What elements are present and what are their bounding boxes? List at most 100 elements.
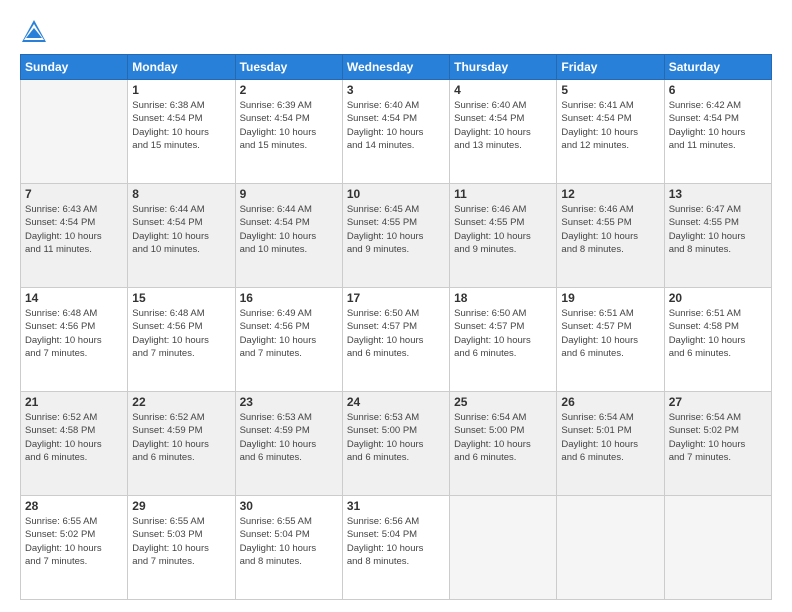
header <box>20 18 772 46</box>
day-info: Sunrise: 6:56 AM Sunset: 5:04 PM Dayligh… <box>347 515 445 568</box>
calendar-cell: 17 Sunrise: 6:50 AM Sunset: 4:57 PM Dayli… <box>342 288 449 392</box>
weekday-header: Saturday <box>664 55 771 80</box>
day-number: 1 <box>132 83 230 97</box>
day-info: Sunrise: 6:54 AM Sunset: 5:01 PM Dayligh… <box>561 411 659 464</box>
day-info: Sunrise: 6:52 AM Sunset: 4:59 PM Dayligh… <box>132 411 230 464</box>
day-number: 2 <box>240 83 338 97</box>
day-number: 7 <box>25 187 123 201</box>
day-number: 28 <box>25 499 123 513</box>
day-number: 25 <box>454 395 552 409</box>
calendar-cell: 9 Sunrise: 6:44 AM Sunset: 4:54 PM Daylig… <box>235 184 342 288</box>
weekday-header: Sunday <box>21 55 128 80</box>
calendar-cell: 31 Sunrise: 6:56 AM Sunset: 5:04 PM Dayli… <box>342 496 449 600</box>
calendar-week-row: 21 Sunrise: 6:52 AM Sunset: 4:58 PM Dayli… <box>21 392 772 496</box>
calendar-cell <box>450 496 557 600</box>
day-number: 11 <box>454 187 552 201</box>
day-number: 3 <box>347 83 445 97</box>
day-number: 24 <box>347 395 445 409</box>
calendar-week-row: 7 Sunrise: 6:43 AM Sunset: 4:54 PM Daylig… <box>21 184 772 288</box>
day-number: 31 <box>347 499 445 513</box>
day-info: Sunrise: 6:44 AM Sunset: 4:54 PM Dayligh… <box>240 203 338 256</box>
calendar-cell: 11 Sunrise: 6:46 AM Sunset: 4:55 PM Dayli… <box>450 184 557 288</box>
calendar-cell: 29Sunrise: 6:55 AM Sunset: 5:03 PM Dayli… <box>128 496 235 600</box>
calendar-cell: 27 Sunrise: 6:54 AM Sunset: 5:02 PM Dayli… <box>664 392 771 496</box>
calendar-cell: 3 Sunrise: 6:40 AM Sunset: 4:54 PM Daylig… <box>342 80 449 184</box>
logo <box>20 18 52 46</box>
weekday-header: Monday <box>128 55 235 80</box>
calendar-cell: 25 Sunrise: 6:54 AM Sunset: 5:00 PM Dayli… <box>450 392 557 496</box>
day-number: 16 <box>240 291 338 305</box>
day-number: 30 <box>240 499 338 513</box>
day-info: Sunrise: 6:48 AM Sunset: 4:56 PM Dayligh… <box>132 307 230 360</box>
logo-icon <box>20 18 48 46</box>
day-info: Sunrise: 6:42 AM Sunset: 4:54 PM Dayligh… <box>669 99 767 152</box>
calendar-cell: 22 Sunrise: 6:52 AM Sunset: 4:59 PM Dayli… <box>128 392 235 496</box>
calendar-cell: 30 Sunrise: 6:55 AM Sunset: 5:04 PM Dayli… <box>235 496 342 600</box>
weekday-header: Tuesday <box>235 55 342 80</box>
day-info: Sunrise: 6:52 AM Sunset: 4:58 PM Dayligh… <box>25 411 123 464</box>
day-info: Sunrise: 6:47 AM Sunset: 4:55 PM Dayligh… <box>669 203 767 256</box>
calendar-cell: 14Sunrise: 6:48 AM Sunset: 4:56 PM Dayli… <box>21 288 128 392</box>
day-info: Sunrise: 6:39 AM Sunset: 4:54 PM Dayligh… <box>240 99 338 152</box>
day-number: 27 <box>669 395 767 409</box>
day-info: Sunrise: 6:41 AM Sunset: 4:54 PM Dayligh… <box>561 99 659 152</box>
calendar-cell: 6 Sunrise: 6:42 AM Sunset: 4:54 PM Daylig… <box>664 80 771 184</box>
calendar-cell <box>664 496 771 600</box>
day-number: 22 <box>132 395 230 409</box>
day-number: 6 <box>669 83 767 97</box>
calendar-cell: 20Sunrise: 6:51 AM Sunset: 4:58 PM Dayli… <box>664 288 771 392</box>
page: SundayMondayTuesdayWednesdayThursdayFrid… <box>0 0 792 612</box>
calendar-cell <box>21 80 128 184</box>
calendar-cell: 15Sunrise: 6:48 AM Sunset: 4:56 PM Dayli… <box>128 288 235 392</box>
calendar-cell: 21 Sunrise: 6:52 AM Sunset: 4:58 PM Dayli… <box>21 392 128 496</box>
day-info: Sunrise: 6:44 AM Sunset: 4:54 PM Dayligh… <box>132 203 230 256</box>
day-info: Sunrise: 6:40 AM Sunset: 4:54 PM Dayligh… <box>347 99 445 152</box>
day-info: Sunrise: 6:50 AM Sunset: 4:57 PM Dayligh… <box>347 307 445 360</box>
day-info: Sunrise: 6:38 AM Sunset: 4:54 PM Dayligh… <box>132 99 230 152</box>
day-info: Sunrise: 6:53 AM Sunset: 5:00 PM Dayligh… <box>347 411 445 464</box>
day-number: 26 <box>561 395 659 409</box>
calendar-week-row: 28 Sunrise: 6:55 AM Sunset: 5:02 PM Dayli… <box>21 496 772 600</box>
day-info: Sunrise: 6:49 AM Sunset: 4:56 PM Dayligh… <box>240 307 338 360</box>
calendar-cell: 1 Sunrise: 6:38 AM Sunset: 4:54 PM Daylig… <box>128 80 235 184</box>
day-info: Sunrise: 6:46 AM Sunset: 4:55 PM Dayligh… <box>561 203 659 256</box>
day-info: Sunrise: 6:40 AM Sunset: 4:54 PM Dayligh… <box>454 99 552 152</box>
day-number: 12 <box>561 187 659 201</box>
day-info: Sunrise: 6:53 AM Sunset: 4:59 PM Dayligh… <box>240 411 338 464</box>
day-number: 9 <box>240 187 338 201</box>
day-number: 19 <box>561 291 659 305</box>
day-number: 23 <box>240 395 338 409</box>
calendar-cell: 18Sunrise: 6:50 AM Sunset: 4:57 PM Dayli… <box>450 288 557 392</box>
calendar-week-row: 14Sunrise: 6:48 AM Sunset: 4:56 PM Dayli… <box>21 288 772 392</box>
day-number: 5 <box>561 83 659 97</box>
day-info: Sunrise: 6:48 AM Sunset: 4:56 PM Dayligh… <box>25 307 123 360</box>
day-number: 8 <box>132 187 230 201</box>
calendar-cell: 24 Sunrise: 6:53 AM Sunset: 5:00 PM Dayli… <box>342 392 449 496</box>
weekday-header: Friday <box>557 55 664 80</box>
calendar-cell: 28 Sunrise: 6:55 AM Sunset: 5:02 PM Dayli… <box>21 496 128 600</box>
weekday-header: Thursday <box>450 55 557 80</box>
calendar-table: SundayMondayTuesdayWednesdayThursdayFrid… <box>20 54 772 600</box>
day-info: Sunrise: 6:46 AM Sunset: 4:55 PM Dayligh… <box>454 203 552 256</box>
calendar-week-row: 1 Sunrise: 6:38 AM Sunset: 4:54 PM Daylig… <box>21 80 772 184</box>
day-info: Sunrise: 6:54 AM Sunset: 5:00 PM Dayligh… <box>454 411 552 464</box>
day-number: 18 <box>454 291 552 305</box>
calendar-cell: 16 Sunrise: 6:49 AM Sunset: 4:56 PM Dayli… <box>235 288 342 392</box>
calendar-cell: 13Sunrise: 6:47 AM Sunset: 4:55 PM Dayli… <box>664 184 771 288</box>
day-info: Sunrise: 6:51 AM Sunset: 4:57 PM Dayligh… <box>561 307 659 360</box>
calendar-cell <box>557 496 664 600</box>
calendar-cell: 2 Sunrise: 6:39 AM Sunset: 4:54 PM Daylig… <box>235 80 342 184</box>
day-number: 17 <box>347 291 445 305</box>
calendar-cell: 8 Sunrise: 6:44 AM Sunset: 4:54 PM Daylig… <box>128 184 235 288</box>
day-info: Sunrise: 6:45 AM Sunset: 4:55 PM Dayligh… <box>347 203 445 256</box>
day-number: 20 <box>669 291 767 305</box>
day-number: 10 <box>347 187 445 201</box>
day-info: Sunrise: 6:54 AM Sunset: 5:02 PM Dayligh… <box>669 411 767 464</box>
weekday-header: Wednesday <box>342 55 449 80</box>
day-info: Sunrise: 6:55 AM Sunset: 5:02 PM Dayligh… <box>25 515 123 568</box>
day-info: Sunrise: 6:43 AM Sunset: 4:54 PM Dayligh… <box>25 203 123 256</box>
day-info: Sunrise: 6:55 AM Sunset: 5:04 PM Dayligh… <box>240 515 338 568</box>
day-number: 21 <box>25 395 123 409</box>
weekday-header-row: SundayMondayTuesdayWednesdayThursdayFrid… <box>21 55 772 80</box>
calendar-cell: 10 Sunrise: 6:45 AM Sunset: 4:55 PM Dayli… <box>342 184 449 288</box>
